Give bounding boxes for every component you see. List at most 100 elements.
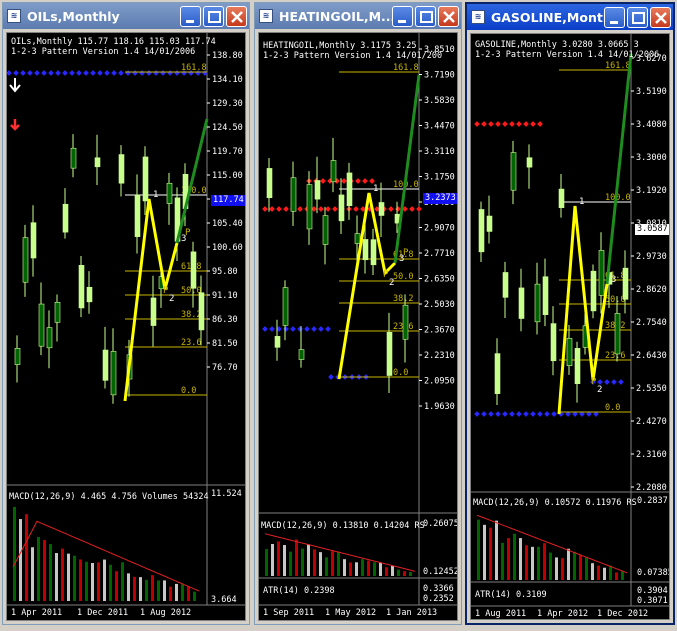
- resistance-marker: [276, 206, 282, 212]
- pattern-point-label: 1: [373, 184, 378, 194]
- gasoline-chart-window[interactable]: ≋ GASOLINE,Monthly 3.62703.51903.40803.3…: [465, 2, 675, 625]
- candle-body: [54, 302, 61, 323]
- fibonacci-level-label: 38.2: [181, 310, 201, 320]
- candle-body: [142, 156, 149, 202]
- macd-histogram-bar: [567, 548, 570, 580]
- maximize-icon: [420, 10, 433, 23]
- candle-body: [338, 194, 345, 222]
- macd-histogram-bar: [367, 560, 370, 576]
- candle-body: [486, 215, 493, 232]
- macd-histogram-bar: [43, 540, 46, 601]
- fibonacci-level-label: 38.2: [393, 294, 413, 304]
- resistance-marker: [341, 178, 347, 184]
- candle-body: [558, 188, 565, 208]
- y-axis-tick-label: 2.0950: [424, 377, 455, 387]
- pivot-p-label: P: [591, 377, 597, 387]
- candle-body: [102, 349, 109, 381]
- macd-histogram-bar: [403, 571, 406, 576]
- maximize-button[interactable]: [203, 5, 224, 27]
- close-button[interactable]: [226, 5, 247, 27]
- support-marker: [132, 70, 138, 76]
- price-chart-graphic: 138.80134.10129.30124.50119.70115.00110.…: [7, 33, 245, 606]
- support-marker: [97, 70, 103, 76]
- y-axis-tick-label: 3.1920: [636, 186, 667, 196]
- candle-body: [402, 304, 409, 340]
- maximize-button[interactable]: [415, 5, 436, 27]
- macd-histogram-bar: [531, 546, 534, 580]
- chart-subinfo-line: 1-2-3 Pattern Version 1.4 14/01/2006: [475, 50, 660, 60]
- resistance-marker: [318, 206, 324, 212]
- candle-body: [198, 292, 205, 331]
- macd-histogram-bar: [85, 561, 88, 601]
- support-marker: [516, 411, 522, 417]
- y-axis-tick-label: 81.50: [212, 339, 238, 349]
- macd-histogram-bar: [495, 520, 498, 580]
- macd-histogram-bar: [307, 544, 310, 576]
- support-marker: [62, 70, 68, 76]
- minimize-button[interactable]: [392, 5, 413, 27]
- x-axis-label-2: 1 Apr 2012: [537, 609, 589, 619]
- macd-histogram-bar: [313, 549, 316, 576]
- candle-body: [370, 239, 377, 266]
- indicator-1-label: MACD(12,26,9) 4.465 4.756 Volumes 54324: [9, 492, 209, 502]
- macd-histogram-bar: [121, 562, 124, 601]
- resistance-marker: [523, 121, 529, 127]
- minimize-button[interactable]: [604, 6, 625, 28]
- y-axis-tick-label: 129.30: [212, 99, 243, 109]
- support-marker: [118, 70, 124, 76]
- macd-histogram-bar: [277, 541, 280, 576]
- candle-body: [346, 172, 353, 207]
- ind2-scale-top: 0.3366: [423, 584, 454, 594]
- minimize-button[interactable]: [180, 5, 201, 27]
- y-axis-tick-label: 2.3160: [636, 450, 667, 460]
- close-icon: [443, 10, 455, 23]
- heatingoil-titlebar[interactable]: ≋ HEATINGOIL,M...: [255, 3, 461, 29]
- price-chart-area[interactable]: 138.80134.10129.30124.50119.70115.00110.…: [6, 32, 246, 621]
- candle-body: [46, 327, 53, 349]
- y-axis-tick-label: 2.3670: [424, 326, 455, 336]
- macd-histogram-bar: [573, 551, 576, 580]
- support-marker: [76, 70, 82, 76]
- price-chart-area[interactable]: 3.85103.71903.58303.44703.31103.17503.04…: [258, 32, 458, 621]
- y-axis-tick-label: 1.9630: [424, 402, 455, 412]
- macd-histogram-bar: [331, 551, 334, 576]
- candle-body: [518, 287, 525, 319]
- macd-histogram-bar: [73, 555, 76, 601]
- x-axis-label-3: 1 Dec 2012: [597, 609, 649, 619]
- candle-body: [290, 177, 297, 212]
- support-marker: [20, 70, 26, 76]
- resistance-marker: [481, 121, 487, 127]
- heatingoil-chart-window[interactable]: ≋ HEATINGOIL,M... 3.8510 3.7190 3.5830 3.44…: [254, 2, 462, 625]
- fibonacci-level-label: 50.0: [605, 295, 625, 305]
- close-icon: [231, 10, 243, 23]
- y-axis-tick-label: 95.80: [212, 267, 238, 277]
- macd-histogram-bar: [145, 579, 148, 601]
- price-chart-area[interactable]: 3.62703.51903.40803.30003.19203.08102.97…: [470, 33, 670, 620]
- support-marker: [488, 411, 494, 417]
- macd-histogram-bar: [49, 544, 52, 601]
- y-axis-tick-label: 2.2080: [636, 483, 667, 493]
- macd-histogram-bar: [61, 548, 64, 601]
- oil-titlebar[interactable]: ≋ OILs,Monthly: [3, 3, 249, 29]
- macd-histogram-bar: [513, 533, 516, 580]
- candle-body: [166, 182, 173, 204]
- macd-histogram-bar: [397, 569, 400, 576]
- resistance-marker: [488, 121, 494, 127]
- macd-histogram-bar: [193, 591, 196, 601]
- candle-body: [94, 157, 101, 168]
- candle-body: [38, 303, 45, 347]
- support-marker: [41, 70, 47, 76]
- support-marker: [474, 411, 480, 417]
- support-marker: [167, 70, 173, 76]
- close-button[interactable]: [650, 6, 671, 28]
- minimize-icon: [610, 20, 618, 24]
- close-button[interactable]: [438, 5, 459, 27]
- y-axis-tick-label: 105.40: [212, 219, 243, 229]
- gasoline-titlebar[interactable]: ≋ GASOLINE,Monthly: [467, 4, 673, 30]
- y-axis-tick-label: 115.00: [212, 171, 243, 181]
- oil-chart-window[interactable]: ≋ OILs,Monthly 138.80 134.10 129.30 124.50 1…: [2, 2, 250, 625]
- macd-histogram-bar: [163, 580, 166, 601]
- maximize-button[interactable]: [627, 6, 648, 28]
- y-axis-tick-label: 76.70: [212, 363, 238, 373]
- candle-body: [526, 157, 533, 168]
